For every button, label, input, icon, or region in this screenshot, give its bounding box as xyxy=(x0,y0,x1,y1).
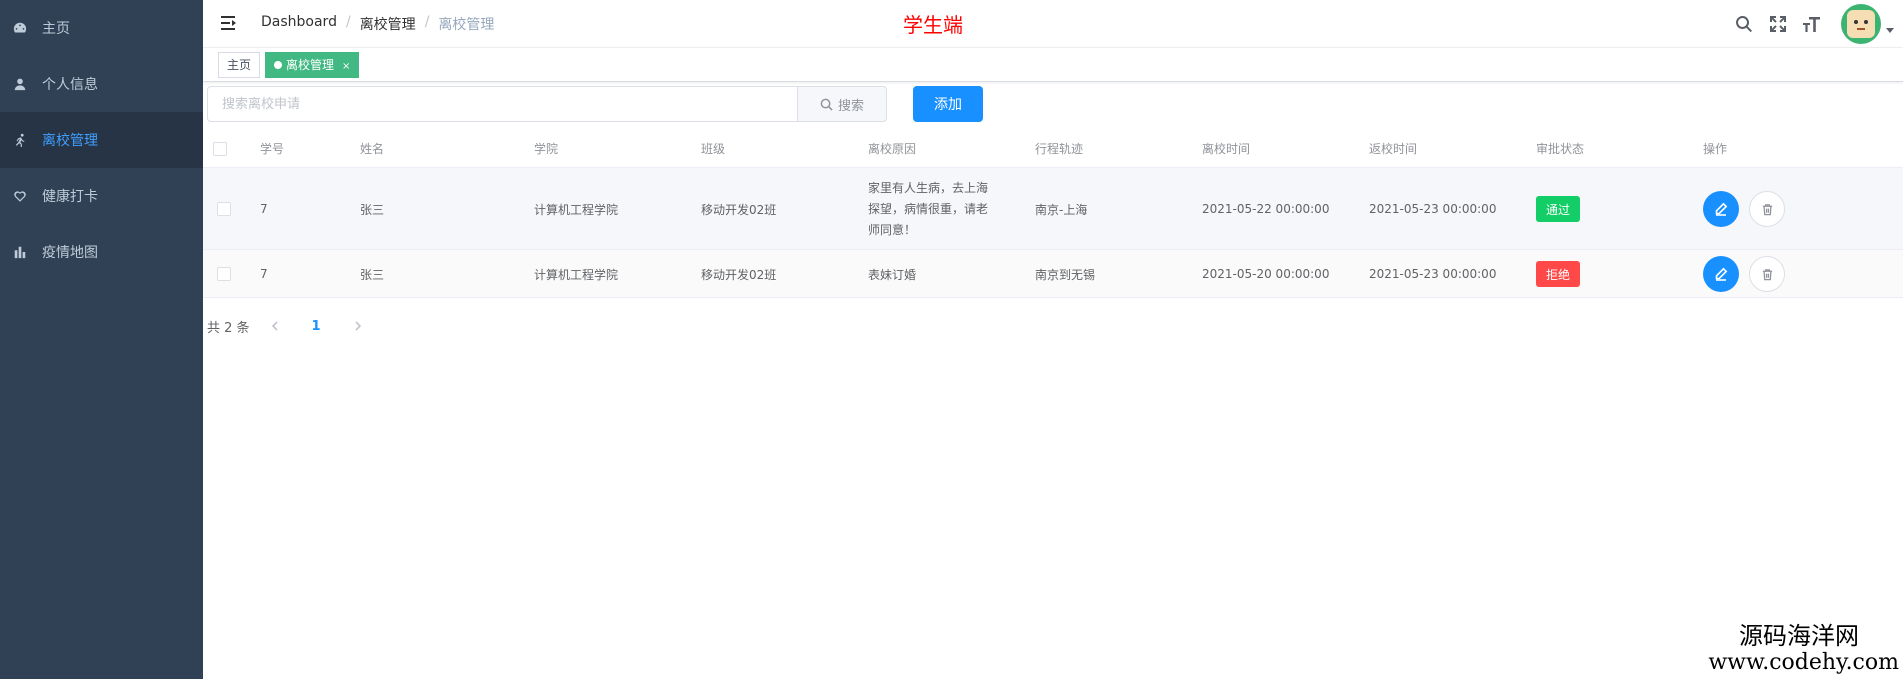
column-header-name[interactable]: 姓名 xyxy=(360,130,384,168)
bar-chart-icon xyxy=(12,244,28,260)
pagination: 共 2 条 1 xyxy=(207,316,365,336)
delete-button[interactable] xyxy=(1749,191,1785,227)
column-header-actions: 操作 xyxy=(1703,142,1728,156)
column-header-route[interactable]: 行程轨迹 xyxy=(1035,130,1083,168)
avatar-face-icon xyxy=(1847,10,1875,38)
sidebar-item-label: 离校管理 xyxy=(42,133,98,149)
cell-leave-time: 2021-05-20 00:00:00 xyxy=(1202,267,1330,281)
page-number[interactable]: 1 xyxy=(312,319,321,334)
cell-class: 移动开发02班 xyxy=(701,267,777,282)
tag-home[interactable]: 主页 xyxy=(218,52,261,78)
hamburger-menu-icon[interactable] xyxy=(219,13,239,33)
pagination-total: 共 2 条 xyxy=(207,320,250,336)
font-size-icon[interactable] xyxy=(1801,13,1823,35)
caret-down-icon[interactable] xyxy=(1885,25,1897,37)
sidebar: 主页 个人信息 离校管理 健康打卡 疫情地图 xyxy=(0,0,203,679)
column-header-leave-time[interactable]: 离校时间 xyxy=(1202,130,1250,168)
table-row[interactable]: 7 张三 计算机工程学院 移动开发02班 家里有人生病，去上海探望，病情很重，请… xyxy=(203,168,1903,250)
sidebar-item-leave-management[interactable]: 离校管理 xyxy=(0,112,203,168)
breadcrumb: Dashboard / 离校管理 / 离校管理 xyxy=(261,14,494,34)
delete-button[interactable] xyxy=(1749,256,1785,292)
app-root: 主页 个人信息 离校管理 健康打卡 疫情地图 Dashboard / 离校管理 … xyxy=(0,0,1903,679)
sidebar-item-label: 个人信息 xyxy=(42,77,98,93)
cell-name: 张三 xyxy=(360,202,385,217)
sidebar-item-label: 主页 xyxy=(42,21,70,37)
row-checkbox[interactable] xyxy=(217,202,231,216)
chevron-left-icon[interactable] xyxy=(268,321,282,331)
breadcrumb-leave-management[interactable]: 离校管理 xyxy=(360,14,416,34)
sidebar-item-health-checkin[interactable]: 健康打卡 xyxy=(0,168,203,224)
chevron-right-icon[interactable] xyxy=(351,321,365,331)
column-header-college[interactable]: 学院 xyxy=(534,130,558,168)
cell-return-time: 2021-05-23 00:00:00 xyxy=(1369,267,1497,281)
watermark-site-name: 源码海洋网 xyxy=(1739,622,1859,650)
table-row[interactable]: 7 张三 计算机工程学院 移动开发02班 表妹订婚 南京到无锡 2021-05-… xyxy=(203,250,1903,298)
search-icon[interactable] xyxy=(1733,13,1755,35)
search-button-label: 搜索 xyxy=(837,98,864,114)
tag-label: 离校管理 xyxy=(286,58,335,72)
tags-view: 主页 离校管理 × xyxy=(203,48,1903,82)
navbar: Dashboard / 离校管理 / 离校管理 学生端 xyxy=(203,0,1903,48)
active-dot-icon xyxy=(274,61,282,69)
leave-table: 学号 姓名 学院 班级 离校原因 行程轨迹 离校时间 返校时间 审批状态 操作 … xyxy=(203,130,1903,298)
column-header-reason[interactable]: 离校原因 xyxy=(868,130,916,168)
watermark: 源码海洋网 www.codehy.com xyxy=(1708,622,1899,676)
cell-route: 南京到无锡 xyxy=(1035,267,1096,282)
user-icon xyxy=(12,76,28,92)
watermark-url: www.codehy.com xyxy=(1708,650,1899,675)
cell-reason: 表妹订婚 xyxy=(868,267,917,282)
breadcrumb-separator: / xyxy=(424,14,430,30)
column-header-class[interactable]: 班级 xyxy=(701,130,725,168)
column-header-status[interactable]: 审批状态 xyxy=(1536,130,1584,168)
column-header-student-id[interactable]: 学号 xyxy=(260,130,284,168)
cell-student-id: 7 xyxy=(260,267,268,281)
sidebar-item-home[interactable]: 主页 xyxy=(0,0,203,56)
breadcrumb-current: 离校管理 xyxy=(438,17,495,33)
select-all-checkbox[interactable] xyxy=(213,142,227,156)
fullscreen-icon[interactable] xyxy=(1767,13,1789,35)
cell-college: 计算机工程学院 xyxy=(534,202,619,217)
cell-reason: 家里有人生病，去上海探望，病情很重，请老师同意！ xyxy=(868,180,989,237)
cell-student-id: 7 xyxy=(260,202,268,216)
cell-college: 计算机工程学院 xyxy=(534,267,619,282)
edit-button[interactable] xyxy=(1703,256,1739,292)
row-checkbox[interactable] xyxy=(217,267,231,281)
status-badge: 通过 xyxy=(1536,196,1581,222)
breadcrumb-separator: / xyxy=(345,14,351,30)
edit-icon xyxy=(1715,202,1728,216)
cell-class: 移动开发02班 xyxy=(701,202,777,217)
sidebar-item-profile[interactable]: 个人信息 xyxy=(0,56,203,112)
cell-leave-time: 2021-05-22 00:00:00 xyxy=(1202,202,1330,216)
tag-leave-management[interactable]: 离校管理 × xyxy=(265,52,360,78)
sidebar-item-label: 健康打卡 xyxy=(42,189,98,205)
running-icon xyxy=(12,132,28,148)
heart-icon xyxy=(12,188,28,204)
cell-name: 张三 xyxy=(360,267,385,282)
column-header-return-time[interactable]: 返校时间 xyxy=(1369,130,1417,168)
right-menu xyxy=(1733,0,1903,48)
breadcrumb-dashboard[interactable]: Dashboard xyxy=(261,14,337,34)
page-title: 学生端 xyxy=(903,13,963,37)
avatar[interactable] xyxy=(1841,4,1881,44)
add-button[interactable]: 添加 xyxy=(913,86,983,122)
edit-icon xyxy=(1715,267,1728,281)
sidebar-item-label: 疫情地图 xyxy=(42,245,98,261)
dashboard-icon xyxy=(12,20,28,36)
close-icon[interactable]: × xyxy=(342,61,350,72)
cell-route: 南京-上海 xyxy=(1035,202,1088,217)
search-input[interactable] xyxy=(207,86,797,122)
search-icon xyxy=(820,98,833,111)
sidebar-item-epidemic-map[interactable]: 疫情地图 xyxy=(0,224,203,280)
status-badge: 拒绝 xyxy=(1536,261,1581,287)
search-button[interactable]: 搜索 xyxy=(797,86,887,122)
edit-button[interactable] xyxy=(1703,191,1739,227)
cell-return-time: 2021-05-23 00:00:00 xyxy=(1369,202,1497,216)
trash-icon xyxy=(1762,203,1772,215)
trash-icon xyxy=(1762,268,1772,280)
table-header: 学号 姓名 学院 班级 离校原因 行程轨迹 离校时间 返校时间 审批状态 操作 xyxy=(203,130,1903,168)
